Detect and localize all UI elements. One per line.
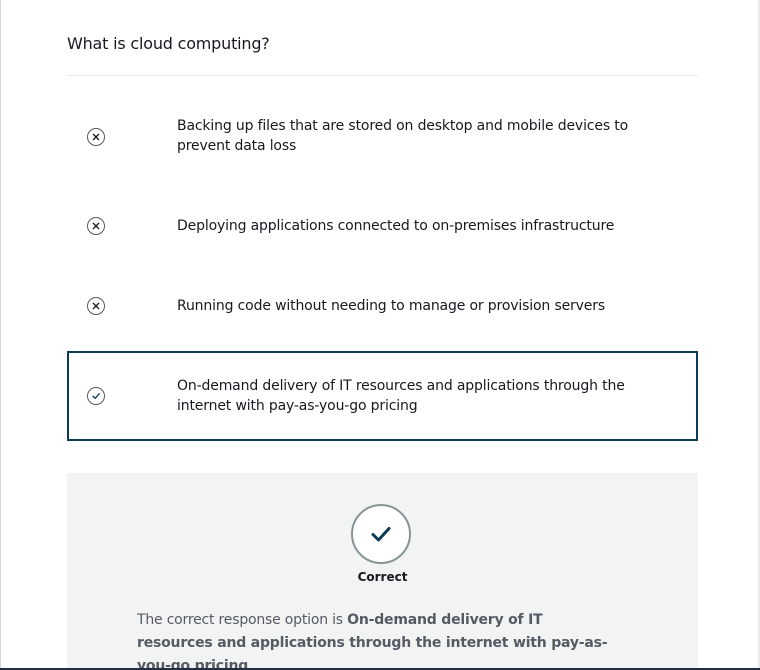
check-circle-icon [87,387,105,405]
feedback-panel: Correct The correct response option is O… [67,473,698,670]
left-border [0,0,1,668]
feedback-explanation: The correct response option is On-demand… [137,609,617,670]
question-divider [67,75,698,76]
answer-option-1[interactable]: Backing up files that are stored on desk… [67,106,698,166]
question-text: What is cloud computing? [67,34,270,53]
explanation-prefix: The correct response option is [137,612,348,628]
answer-option-label: Deploying applications connected to on-p… [177,218,615,234]
quiz-page: What is cloud computing? Backing up file… [0,0,760,670]
answer-option-label: Backing up files that are stored on desk… [177,118,629,154]
result-label: Correct [357,570,408,584]
correct-result-badge [351,504,411,564]
answer-option-4-selected[interactable]: On-demand delivery of IT resources and a… [67,351,698,441]
x-circle-icon [87,297,105,315]
answer-option-label: On-demand delivery of IT resources and a… [177,378,625,414]
x-circle-icon [87,217,105,235]
answer-option-label: Running code without needing to manage o… [177,298,606,314]
checkmark-icon [371,527,391,542]
x-circle-icon [87,128,105,146]
answer-option-3[interactable]: Running code without needing to manage o… [67,280,698,332]
answer-option-2[interactable]: Deploying applications connected to on-p… [67,200,698,252]
